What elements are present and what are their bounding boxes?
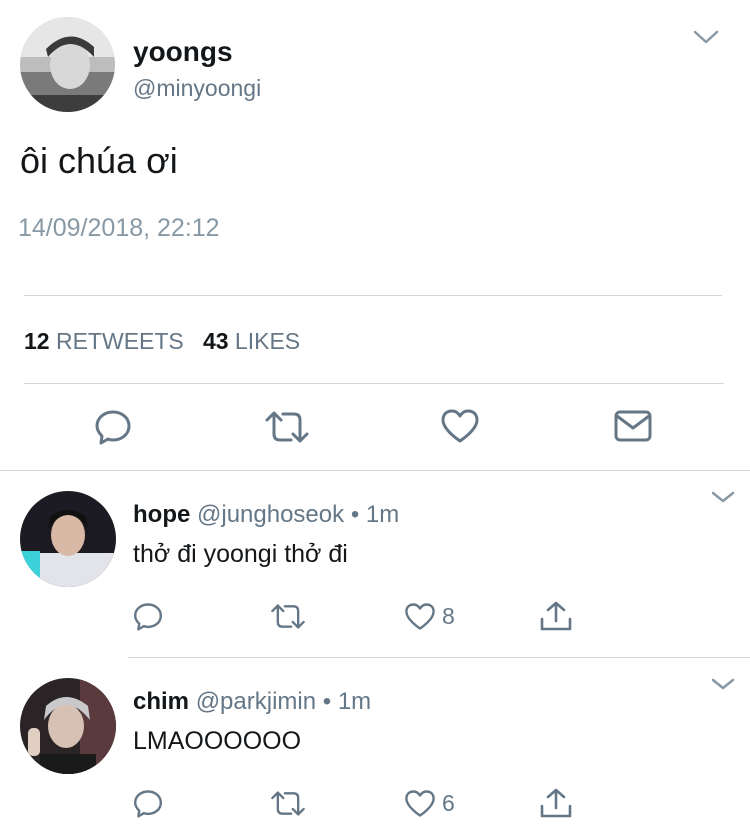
share-icon	[540, 601, 572, 631]
avatar[interactable]	[20, 17, 115, 112]
reply-icon	[134, 790, 162, 818]
like-button[interactable]: 8	[404, 602, 455, 631]
reply-button[interactable]	[132, 788, 164, 819]
reply-header: chim @parkjimin • 1m	[133, 688, 371, 716]
mail-icon	[614, 410, 652, 442]
tweet-stats: 12 RETWEETS 43 LIKES	[24, 328, 300, 355]
retweet-icon	[265, 411, 309, 443]
like-button[interactable]	[440, 408, 480, 444]
like-icon	[405, 603, 435, 630]
divider	[24, 383, 724, 384]
retweet-button[interactable]	[264, 410, 310, 444]
like-label[interactable]: LIKES	[235, 328, 300, 354]
retweet-icon	[271, 791, 305, 816]
reply-icon	[134, 603, 162, 631]
divider	[128, 657, 750, 658]
share-button[interactable]	[539, 787, 573, 819]
reply-icon	[95, 410, 131, 445]
like-icon	[405, 790, 435, 817]
divider	[24, 295, 722, 296]
avatar[interactable]	[20, 491, 116, 587]
reply-time[interactable]: 1m	[338, 688, 371, 715]
divider	[0, 470, 750, 471]
avatar[interactable]	[20, 678, 116, 774]
reply-button[interactable]	[93, 408, 133, 446]
reply-header: hope @junghoseok • 1m	[133, 501, 399, 529]
share-icon	[540, 788, 572, 818]
reply-text: LMAOOOOOO	[133, 727, 302, 755]
like-icon	[441, 409, 479, 443]
reply-button[interactable]	[132, 601, 164, 632]
chevron-down-icon[interactable]	[693, 29, 719, 45]
retweet-count[interactable]: 12	[24, 328, 50, 354]
tweet-text: ôi chúa ơi	[20, 140, 178, 181]
reply-display-name[interactable]: chim	[133, 688, 189, 715]
direct-message-button[interactable]	[613, 408, 653, 444]
like-count: 8	[442, 603, 455, 629]
reply-handle[interactable]: @junghoseok	[197, 501, 344, 528]
separator-dot: •	[322, 688, 332, 715]
like-button[interactable]: 6	[404, 789, 455, 818]
separator-dot: •	[350, 501, 360, 528]
chevron-down-icon[interactable]	[711, 677, 737, 693]
retweet-button[interactable]	[270, 790, 306, 817]
reply-text: thở đi yoongi thở đi	[133, 540, 348, 568]
user-handle[interactable]: @minyoongi	[133, 75, 261, 102]
reply-display-name[interactable]: hope	[133, 501, 190, 528]
like-count[interactable]: 43	[203, 328, 229, 354]
reply-handle[interactable]: @parkjimin	[196, 688, 316, 715]
tweet-timestamp: 14/09/2018, 22:12	[18, 214, 220, 242]
like-count: 6	[442, 790, 455, 816]
retweet-icon	[271, 604, 305, 629]
display-name[interactable]: yoongs	[133, 36, 233, 68]
retweet-button[interactable]	[270, 603, 306, 630]
retweet-label[interactable]: RETWEETS	[56, 328, 184, 354]
reply-time[interactable]: 1m	[366, 501, 399, 528]
share-button[interactable]	[539, 600, 573, 632]
chevron-down-icon[interactable]	[711, 490, 737, 506]
